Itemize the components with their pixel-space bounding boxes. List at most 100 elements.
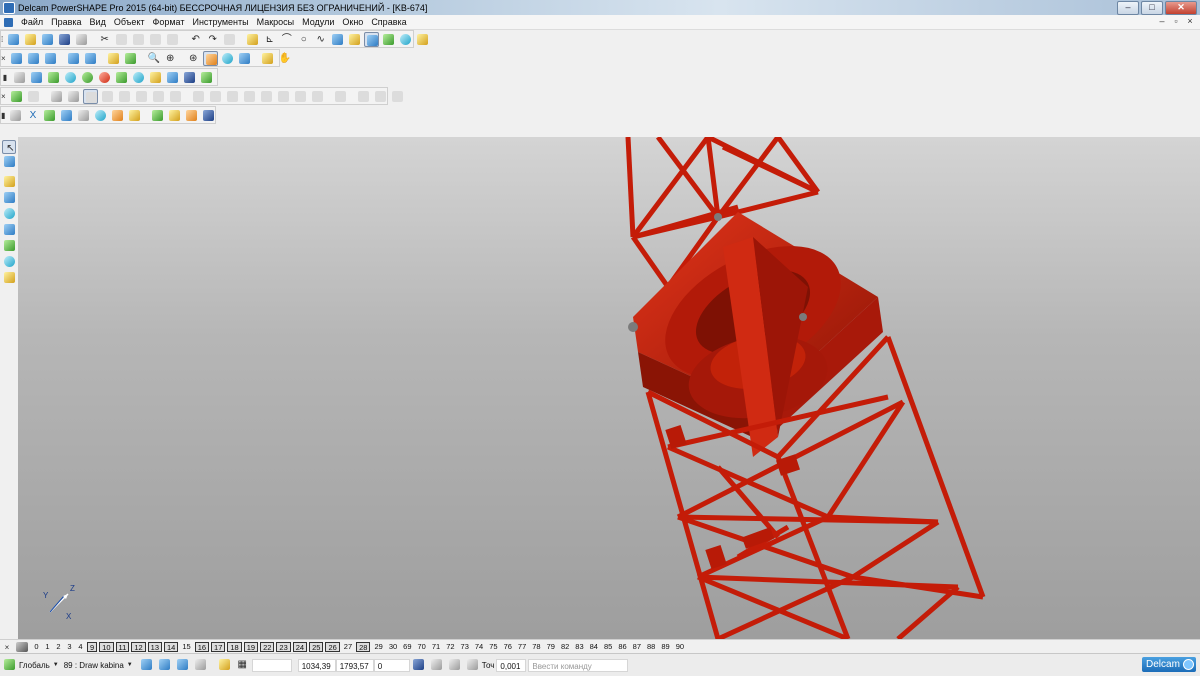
x-axis-icon[interactable]: X (25, 108, 40, 123)
wire-icon[interactable] (220, 51, 235, 66)
level-button[interactable]: 17 (211, 642, 226, 652)
axis-icon[interactable]: ⊾ (262, 32, 277, 47)
pan-icon[interactable]: ⊕ (163, 51, 178, 66)
level-button[interactable]: 79 (545, 642, 557, 652)
level-button[interactable]: 16 (194, 642, 210, 652)
pale-9-icon[interactable] (333, 89, 348, 104)
rotate-small-icon[interactable] (100, 89, 115, 104)
level-button[interactable]: 25 (309, 642, 324, 652)
sphere-green-icon[interactable] (80, 70, 95, 85)
3d-viewport[interactable]: Z Y X (18, 137, 1200, 639)
doc-icon[interactable] (29, 70, 44, 85)
curve-icon[interactable]: ⌒ (279, 32, 294, 47)
close-button[interactable]: ✕ (1165, 1, 1197, 15)
pale-3-icon[interactable] (225, 89, 240, 104)
level-button[interactable]: 12 (131, 642, 146, 652)
level-button[interactable]: 27 (342, 642, 354, 652)
pale-5-icon[interactable] (259, 89, 274, 104)
print-icon[interactable] (74, 32, 89, 47)
shading-icon[interactable] (347, 32, 362, 47)
view-iso-icon[interactable] (66, 51, 81, 66)
toolbar-close-icon[interactable]: × (1, 51, 6, 65)
grid-icon[interactable]: ▦ (236, 658, 250, 672)
light-icon[interactable] (260, 51, 275, 66)
menu-macros[interactable]: Макросы (253, 17, 299, 27)
sphere-cyan-icon[interactable] (63, 70, 78, 85)
pale-6-icon[interactable] (276, 89, 291, 104)
clear-icon[interactable] (165, 32, 180, 47)
workplane-icon[interactable] (3, 658, 17, 672)
rotate-icon[interactable] (106, 51, 121, 66)
level-button[interactable]: 73 (459, 642, 471, 652)
levels-icon[interactable] (16, 642, 28, 652)
dynamic-icon[interactable] (237, 51, 252, 66)
pale-12-icon[interactable] (390, 89, 405, 104)
cube-blue-icon[interactable] (59, 108, 74, 123)
level-button[interactable]: 75 (487, 642, 499, 652)
toolbar-close-icon[interactable]: × (1, 89, 6, 103)
sweep-icon[interactable] (2, 256, 16, 270)
level-button[interactable]: 10 (99, 642, 114, 652)
select-arrow-icon[interactable]: ↖ (2, 140, 16, 154)
paint-icon[interactable] (148, 32, 163, 47)
solid-blue-icon[interactable] (165, 70, 180, 85)
cube-multi-icon[interactable] (184, 108, 199, 123)
menu-help[interactable]: Справка (367, 17, 410, 27)
menu-view[interactable]: Вид (86, 17, 110, 27)
cone-green-icon[interactable] (131, 70, 146, 85)
magic-wand-icon[interactable] (415, 32, 430, 47)
app-icon[interactable] (3, 1, 15, 14)
zoom-fit-icon[interactable]: 🔍 (146, 51, 161, 66)
cone-icon[interactable] (114, 70, 129, 85)
undo-icon[interactable]: ↶ (188, 32, 203, 47)
circle-icon[interactable]: ○ (296, 32, 311, 47)
tolerance-field[interactable]: 0,001 (496, 658, 527, 672)
pale-11-icon[interactable] (373, 89, 388, 104)
hand-icon[interactable]: ✋ (277, 51, 292, 66)
pale-8-icon[interactable] (310, 89, 325, 104)
selection-options-icon[interactable] (2, 156, 16, 170)
cube-yellow-icon[interactable] (127, 108, 142, 123)
pale-4-icon[interactable] (242, 89, 257, 104)
view-iso2-icon[interactable] (83, 51, 98, 66)
analysis-icon[interactable] (2, 272, 16, 286)
zoom-icon[interactable] (123, 51, 138, 66)
select-zoom-icon[interactable] (245, 32, 260, 47)
mdi-minimize-button[interactable]: – (1156, 16, 1168, 27)
toolbar-grip-icon[interactable]: ▮ (1, 70, 9, 84)
grid-small-icon[interactable] (134, 89, 149, 104)
level-button[interactable]: 30 (387, 642, 399, 652)
coord-z-field[interactable]: 0 (373, 658, 410, 672)
toolbar-grip-icon[interactable]: ▮ (1, 108, 5, 122)
menu-tools[interactable]: Инструменты (188, 17, 252, 27)
coord-x-field[interactable]: 1034,39 (297, 658, 336, 672)
menu-format[interactable]: Формат (149, 17, 189, 27)
chevron-down-icon[interactable]: ▼ (53, 662, 59, 668)
level-button[interactable]: 13 (147, 642, 162, 652)
rel-coord-icon[interactable] (430, 658, 444, 672)
box-small-icon[interactable] (151, 89, 166, 104)
repeat-icon[interactable] (222, 32, 237, 47)
level-button[interactable]: 19 (243, 642, 259, 652)
sphere-small-icon[interactable] (8, 108, 23, 123)
box-yellow-icon[interactable] (148, 70, 163, 85)
cube-icon[interactable] (66, 89, 81, 104)
level-button[interactable]: 3 (65, 642, 74, 652)
level-button[interactable]: 15 (180, 642, 192, 652)
surfaces-icon[interactable] (2, 208, 16, 222)
menu-object[interactable]: Объект (110, 17, 149, 27)
level-button[interactable]: 78 (530, 642, 542, 652)
view-side-icon[interactable] (43, 51, 58, 66)
maximize-button[interactable]: □ (1141, 1, 1163, 15)
pick-icon[interactable] (9, 89, 24, 104)
minimize-button[interactable]: – (1117, 1, 1139, 15)
copy-icon[interactable] (114, 32, 129, 47)
new-file-icon[interactable] (6, 32, 21, 47)
bullet-icon[interactable] (26, 89, 41, 104)
paste-icon[interactable] (131, 32, 146, 47)
level-button[interactable]: 69 (401, 642, 413, 652)
ramp-blue-icon[interactable] (201, 108, 216, 123)
wire-view-icon[interactable] (398, 32, 413, 47)
level-button[interactable]: 86 (616, 642, 628, 652)
workplane-mode-icon[interactable] (466, 658, 480, 672)
